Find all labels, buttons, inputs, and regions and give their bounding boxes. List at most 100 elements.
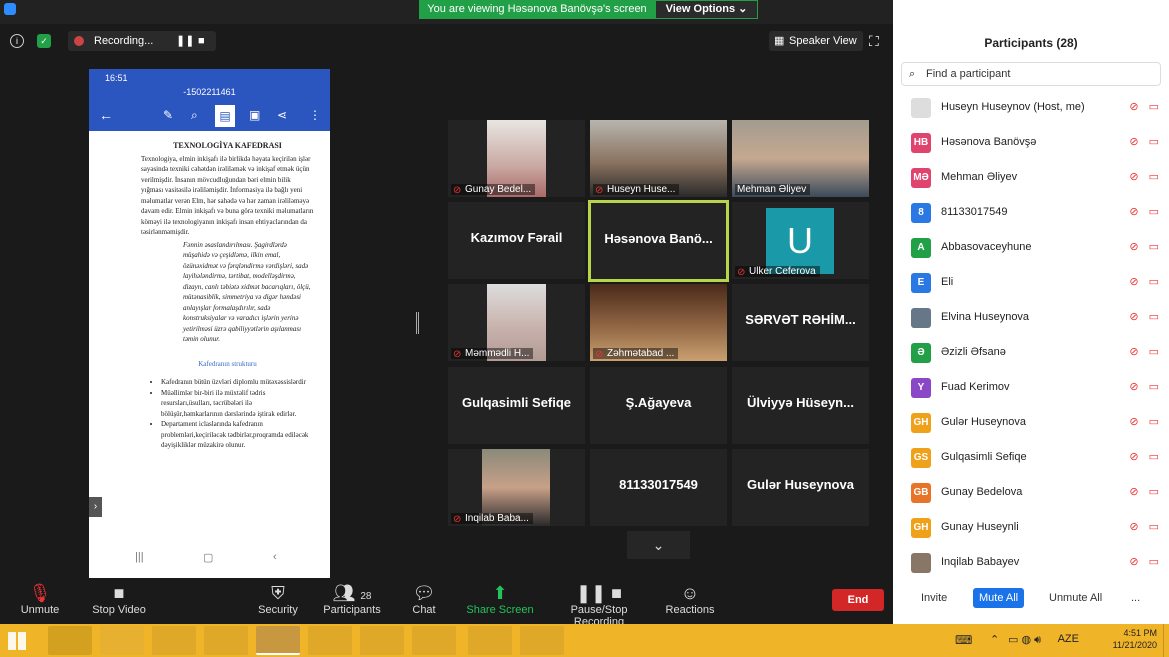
video-off-icon[interactable]: ▭ [1149,556,1159,568]
unmute-button[interactable]: 🎙︎ Unmute [18,582,62,616]
video-off-icon[interactable]: ▭ [1149,521,1159,533]
torrent-icon[interactable] [468,626,512,655]
divider-handle[interactable] [416,312,419,334]
shield-icon[interactable]: ✓ [37,34,51,48]
participant-row[interactable]: GH Gunay Huseynli ⊘ ▭ [893,510,1169,545]
video-tile-active-speaker[interactable]: Həsənova Banö... [588,200,729,282]
pause-stop-recording-button[interactable]: ❚❚ ■ Pause/Stop Recording [546,582,652,628]
participant-row[interactable]: HB Həsənova Banövşə ⊘ ▭ [893,125,1169,160]
mic-muted-icon[interactable]: ⊘ [1129,311,1138,323]
mic-muted-icon[interactable]: ⊘ [1129,346,1138,358]
file-explorer-icon[interactable] [100,626,144,655]
input-language[interactable]: AZE [1058,633,1079,645]
participant-row[interactable]: MƏ Mehman Əliyev ⊘ ▭ [893,160,1169,195]
scroll-down-button[interactable]: ⌄ [627,531,690,559]
participant-search-input[interactable]: ⌕ Find a participant [901,62,1161,86]
participant-row[interactable]: 8 81133017549 ⊘ ▭ [893,195,1169,230]
mic-muted-icon[interactable]: ⊘ [1129,521,1138,533]
video-off-icon[interactable]: ▭ [1149,486,1159,498]
calculator-icon[interactable] [412,626,456,655]
more-button[interactable]: ... [1125,588,1146,608]
stop-recording-icon[interactable]: ■ [198,31,205,51]
participant-row[interactable]: GH Gulər Huseynova ⊘ ▭ [893,405,1169,440]
tray-icons[interactable]: ▭ ◍ 🔊︎ [1008,633,1041,647]
video-tile[interactable]: Gulqasimli Sefiqe ⊘ [448,367,585,444]
participant-row[interactable]: E Eli ⊘ ▭ [893,265,1169,300]
video-off-icon[interactable]: ▭ [1149,241,1159,253]
participant-name: Inqilab Babayev [941,556,1020,568]
video-tile[interactable]: Ş.Ağayeva ⊘ [590,367,727,444]
mic-muted-icon[interactable]: ⊘ [1129,206,1138,218]
participant-row[interactable]: Inqilab Babayev ⊘ ▭ [893,545,1169,580]
info-icon[interactable]: i [10,34,24,48]
paint-icon[interactable] [308,626,352,655]
video-tile[interactable]: Mehman Əliyev [732,120,869,197]
teams-icon[interactable] [360,626,404,655]
mic-muted-icon[interactable]: ⊘ [1129,556,1138,568]
reactions-button[interactable]: ☺ Reactions [664,582,716,616]
tray-chevron-icon[interactable]: ⌃ [990,633,999,646]
video-tile[interactable]: ⊘ Zəhmətabad ... [590,284,727,361]
taskbar-app-icon[interactable] [520,626,564,655]
system-clock[interactable]: 4:51 PM 11/21/2020 [1113,627,1157,651]
mic-muted-icon[interactable]: ⊘ [1129,486,1138,498]
mic-muted-icon[interactable]: ⊘ [1129,451,1138,463]
pause-recording-icon[interactable]: ❚❚ [176,31,194,51]
video-off-icon[interactable]: ▭ [1149,416,1159,428]
view-options-button[interactable]: View Options ⌄ [655,0,758,19]
participant-row[interactable]: Elvina Huseynova ⊘ ▭ [893,300,1169,335]
video-tile[interactable]: ⊘ Huseyn Huse... [590,120,727,197]
participant-row[interactable]: Y Fuad Kerimov ⊘ ▭ [893,370,1169,405]
video-tile[interactable]: ⊘ Gunay Bedel... [448,120,585,197]
video-tile[interactable]: Gulər Huseynova ⊘ [732,449,869,526]
mic-muted-icon[interactable]: ⊘ [1129,381,1138,393]
taskbar-app-icon[interactable] [48,626,92,655]
notifications-icon[interactable] [1163,624,1169,657]
unmute-all-button[interactable]: Unmute All [1043,588,1108,608]
participant-name: Gunay Bedelova [941,486,1023,498]
video-tile[interactable]: Ülviyyə Hüseyn... ⊘ [732,367,869,444]
participant-row[interactable]: A Abbasovaceyhune ⊘ ▭ [893,230,1169,265]
video-off-icon[interactable]: ▭ [1149,101,1159,113]
video-off-icon[interactable]: ▭ [1149,311,1159,323]
chrome-icon[interactable] [152,626,196,655]
expand-left-icon[interactable]: › [89,497,102,517]
keyboard-icon[interactable]: ⌨ [955,633,972,647]
video-off-icon[interactable]: ▭ [1149,276,1159,288]
zoom-app-icon[interactable] [256,626,300,655]
mic-muted-icon[interactable]: ⊘ [1129,171,1138,183]
video-tile[interactable]: Kazımov Fərail ⊘ [448,202,585,279]
mic-muted-icon[interactable]: ⊘ [1129,101,1138,113]
video-tile[interactable]: 81133017549 ⊘ [590,449,727,526]
video-tile[interactable]: SƏRVƏT RƏHİM... ⊘ [732,284,869,361]
video-tile[interactable]: ⊘ Məmmədli H... [448,284,585,361]
participants-button[interactable]: 👥︎ 28 Participants [322,582,382,616]
security-button[interactable]: ⛨ Security [256,582,300,616]
video-tile[interactable]: ⊘ Inqilab Baba... [448,449,585,526]
mic-muted-icon[interactable]: ⊘ [1129,276,1138,288]
mute-all-button[interactable]: Mute All [973,588,1025,608]
video-off-icon[interactable]: ▭ [1149,171,1159,183]
video-off-icon[interactable]: ▭ [1149,206,1159,218]
participant-row[interactable]: GS Gulqasimli Sefiqe ⊘ ▭ [893,440,1169,475]
video-tile[interactable]: U ⊘ Ulker Ceferova [732,202,869,279]
participant-row[interactable]: GB Gunay Bedelova ⊘ ▭ [893,475,1169,510]
mic-muted-icon[interactable]: ⊘ [1129,416,1138,428]
share-screen-button[interactable]: ⬆ Share Screen [466,582,534,616]
participant-row[interactable]: Ə Əzizli Əfsanə ⊘ ▭ [893,335,1169,370]
invite-button[interactable]: Invite [915,588,953,608]
speaker-view-button[interactable]: ▦ Speaker View [769,31,863,51]
end-meeting-button[interactable]: End [832,589,884,611]
mic-muted-icon[interactable]: ⊘ [1129,241,1138,253]
stop-video-button[interactable]: ■ Stop Video [88,582,150,616]
video-off-icon[interactable]: ▭ [1149,451,1159,463]
video-off-icon[interactable]: ▭ [1149,136,1159,148]
fullscreen-icon[interactable]: ⛶ [869,33,879,50]
internet-explorer-icon[interactable] [204,626,248,655]
windows-start-icon[interactable] [8,632,26,650]
video-off-icon[interactable]: ▭ [1149,346,1159,358]
video-off-icon[interactable]: ▭ [1149,381,1159,393]
mic-muted-icon[interactable]: ⊘ [1129,136,1138,148]
chat-button[interactable]: 💬︎ Chat [404,582,444,616]
participant-row[interactable]: Huseyn Huseynov (Host, me) ⊘ ▭ [893,90,1169,125]
